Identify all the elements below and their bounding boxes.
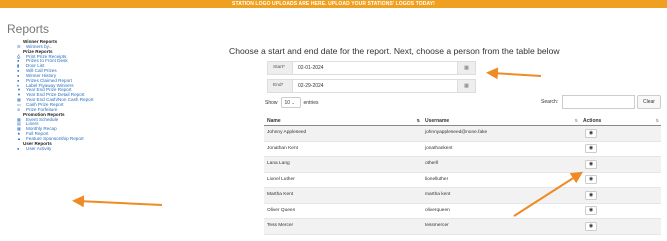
- table-row[interactable]: Martha Kent martha kent ◉: [264, 188, 661, 204]
- cell-actions: ◉: [580, 144, 661, 154]
- arrow-to-user-activity: [72, 195, 163, 208]
- cell-username: johnnyappleseed@none.fake: [425, 130, 488, 136]
- table-row[interactable]: Jonathan Kent jonathankent ◉: [264, 142, 661, 157]
- sort-icon: ⇅: [574, 118, 578, 123]
- cell-actions: ◉: [580, 190, 661, 200]
- cell-actions: ◉: [580, 206, 661, 216]
- cell-name: Oliver Queen: [267, 207, 296, 213]
- cell-name: Johnny Appleseed: [267, 130, 307, 136]
- page-length-control: Show 10 ⌄ entries: [265, 97, 319, 108]
- report-sidebar: Winner Reports ☰ Winners by... Prize Report…: [17, 39, 127, 152]
- cell-actions: ◉: [580, 128, 661, 138]
- cell-name: Lionel Luther: [267, 176, 295, 182]
- show-label: Show: [265, 99, 278, 106]
- start-date-field[interactable]: Start* 02-01-2024 ▦: [267, 61, 476, 75]
- view-button[interactable]: ◉: [585, 128, 597, 138]
- cell-username: jonathankent: [425, 145, 453, 151]
- sort-icon: ⇅: [655, 118, 659, 123]
- end-date-field[interactable]: End* 02-29-2024 ▦: [267, 79, 476, 93]
- sidebar-item[interactable]: ● User Activity: [17, 145, 127, 152]
- eye-icon: ◉: [588, 145, 594, 152]
- entries-label: entries: [303, 99, 319, 106]
- instructions-text: Choose a start and end date for the repo…: [229, 46, 560, 56]
- column-header-username[interactable]: Username ⇅: [422, 117, 580, 125]
- page-title: Reports: [7, 22, 50, 36]
- arrow-to-date-fields: [486, 67, 542, 80]
- view-button[interactable]: ◉: [585, 221, 597, 231]
- sidebar-item-label: User Activity: [26, 145, 52, 151]
- view-button[interactable]: ◉: [585, 159, 597, 169]
- cell-name: Tess Mercer: [267, 223, 294, 229]
- column-header-name[interactable]: Name ⇅: [264, 117, 422, 125]
- cell-username: oliverqueen: [425, 207, 450, 213]
- eye-icon: ◉: [588, 176, 594, 183]
- table-row[interactable]: Tess Mercer tessmercer ◉: [264, 219, 661, 235]
- table-header: Name ⇅ Username ⇅ Actions ⇅: [264, 117, 661, 126]
- users-table: Name ⇅ Username ⇅ Actions ⇅ Johnny Applesee…: [264, 117, 661, 235]
- page-length-select[interactable]: 10 ⌄: [280, 97, 301, 108]
- calendar-icon[interactable]: ▦: [457, 62, 475, 74]
- cell-name: Jonathan Kent: [267, 145, 298, 151]
- view-button[interactable]: ◉: [585, 144, 597, 154]
- cell-username: otherll: [425, 161, 439, 167]
- table-row[interactable]: Lana Lang otherll ◉: [264, 157, 661, 173]
- cell-username: tessmercer: [425, 223, 449, 229]
- cell-actions: ◉: [580, 175, 661, 185]
- cell-username: martha kent: [425, 192, 451, 198]
- cell-username: lionelluther: [425, 176, 449, 182]
- page-length-value: 10: [284, 100, 291, 106]
- eye-icon: ◉: [588, 207, 594, 214]
- view-button[interactable]: ◉: [585, 206, 597, 216]
- cell-name: Martha Kent: [267, 192, 294, 198]
- view-button[interactable]: ◉: [585, 175, 597, 185]
- chevron-down-icon: ⌄: [291, 100, 295, 105]
- search-label: Search:: [541, 99, 559, 105]
- eye-icon: ◉: [588, 222, 594, 229]
- eye-icon: ◉: [588, 191, 594, 198]
- end-date-label: End*: [268, 80, 293, 92]
- sort-icon: ⇅: [416, 118, 420, 123]
- start-date-input[interactable]: 02-01-2024: [293, 62, 457, 74]
- cell-actions: ◉: [580, 159, 661, 169]
- column-header-actions[interactable]: Actions ⇅: [580, 117, 661, 125]
- table-body: Johnny Appleseed johnnyappleseed@none.fak…: [264, 126, 661, 235]
- announcement-banner: STATION LOGO UPLOADS ARE HERE. UPLOAD YO…: [0, 0, 667, 8]
- cell-name: Lana Lang: [267, 161, 290, 167]
- calendar-icon[interactable]: ▦: [457, 80, 475, 92]
- end-date-input[interactable]: 02-29-2024: [293, 80, 457, 92]
- view-button[interactable]: ◉: [585, 190, 597, 200]
- eye-icon: ◉: [588, 129, 594, 136]
- user-icon: ●: [17, 145, 20, 151]
- start-date-label: Start*: [268, 62, 293, 74]
- search-input[interactable]: [562, 95, 635, 109]
- table-row[interactable]: Lionel Luther lionelluther ◉: [264, 173, 661, 188]
- table-row[interactable]: Oliver Queen oliverqueen ◉: [264, 204, 661, 219]
- cell-actions: ◉: [580, 221, 661, 231]
- clear-button[interactable]: Clear: [637, 95, 661, 109]
- table-row[interactable]: Johnny Appleseed johnnyappleseed@none.fak…: [264, 126, 661, 142]
- eye-icon: ◉: [588, 160, 594, 167]
